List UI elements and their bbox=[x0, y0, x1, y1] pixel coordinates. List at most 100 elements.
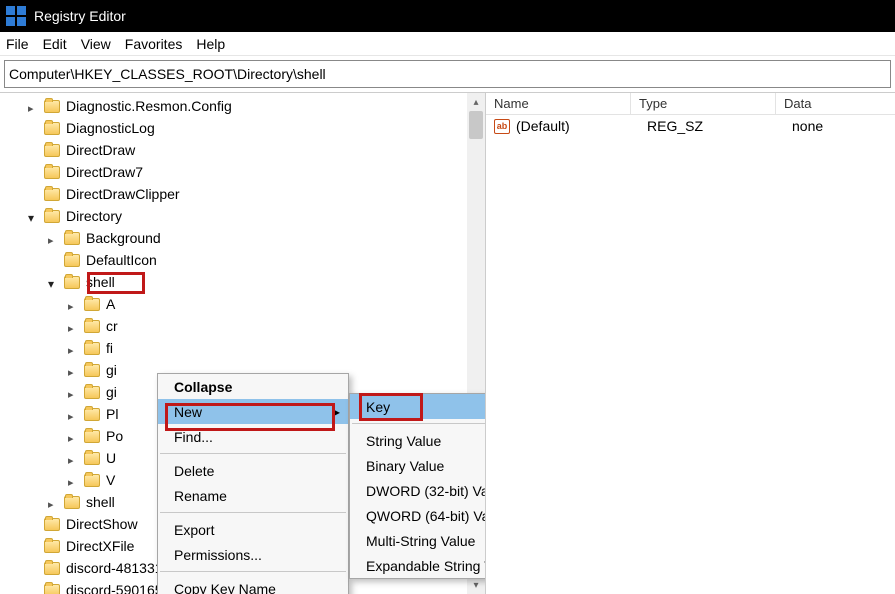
chevron-right-icon[interactable] bbox=[68, 298, 80, 310]
tree-node-label: fi bbox=[106, 340, 113, 356]
tree-node-label: U bbox=[106, 450, 116, 466]
menu-separator bbox=[160, 571, 346, 572]
menu-item-key[interactable]: Key bbox=[350, 394, 486, 419]
folder-icon bbox=[64, 276, 80, 289]
folder-icon bbox=[84, 342, 100, 355]
menu-item-multi-string-value[interactable]: Multi-String Value bbox=[350, 528, 486, 553]
tree-node[interactable]: DefaultIcon bbox=[0, 249, 485, 271]
tree-node[interactable]: DirectDrawClipper bbox=[0, 183, 485, 205]
tree-node-label: DirectXFile bbox=[66, 538, 134, 554]
folder-icon bbox=[44, 518, 60, 531]
list-row[interactable]: ab (Default) REG_SZ none bbox=[486, 115, 895, 137]
app-icon bbox=[6, 6, 26, 26]
chevron-right-icon[interactable] bbox=[28, 100, 40, 112]
tree-node-label: DirectDraw7 bbox=[66, 164, 143, 180]
folder-icon bbox=[44, 144, 60, 157]
row-type: REG_SZ bbox=[647, 118, 792, 134]
chevron-none bbox=[28, 188, 40, 200]
tree-node[interactable]: Directory bbox=[0, 205, 485, 227]
app-title: Registry Editor bbox=[34, 8, 126, 24]
tree-node[interactable]: DiagnosticLog bbox=[0, 117, 485, 139]
list-header: Name Type Data bbox=[486, 93, 895, 115]
chevron-down-icon[interactable] bbox=[28, 210, 40, 222]
menu-item-delete[interactable]: Delete bbox=[158, 458, 348, 483]
menu-item-dword-bit-value[interactable]: DWORD (32-bit) Value bbox=[350, 478, 486, 503]
chevron-down-icon[interactable] bbox=[48, 276, 60, 288]
tree-node-label: Pl bbox=[106, 406, 118, 422]
menu-item-qword-bit-value[interactable]: QWORD (64-bit) Value bbox=[350, 503, 486, 528]
menu-item-binary-value[interactable]: Binary Value bbox=[350, 453, 486, 478]
tree-node[interactable]: cr bbox=[0, 315, 485, 337]
submenu-arrow-icon: ▸ bbox=[334, 405, 340, 419]
chevron-right-icon[interactable] bbox=[68, 320, 80, 332]
folder-icon bbox=[84, 474, 100, 487]
col-header-data[interactable]: Data bbox=[776, 93, 895, 114]
tree-node[interactable]: A bbox=[0, 293, 485, 315]
chevron-right-icon[interactable] bbox=[68, 474, 80, 486]
tree-node-label: Po bbox=[106, 428, 123, 444]
menubar: File Edit View Favorites Help bbox=[0, 32, 895, 56]
menu-item-export[interactable]: Export bbox=[158, 517, 348, 542]
address-text: Computer\HKEY_CLASSES_ROOT\Directory\she… bbox=[9, 66, 326, 82]
tree-node-label: DefaultIcon bbox=[86, 252, 157, 268]
menu-edit[interactable]: Edit bbox=[43, 36, 67, 52]
menu-item-collapse[interactable]: Collapse bbox=[158, 374, 348, 399]
chevron-right-icon[interactable] bbox=[48, 496, 60, 508]
col-header-type[interactable]: Type bbox=[631, 93, 776, 114]
menu-item-permissions[interactable]: Permissions... bbox=[158, 542, 348, 567]
menu-item-copy-key-name[interactable]: Copy Key Name bbox=[158, 576, 348, 594]
chevron-right-icon[interactable] bbox=[68, 452, 80, 464]
tree-node[interactable]: DirectDraw bbox=[0, 139, 485, 161]
tree-node-label: DirectDraw bbox=[66, 142, 135, 158]
menu-item-rename[interactable]: Rename bbox=[158, 483, 348, 508]
chevron-right-icon[interactable] bbox=[68, 364, 80, 376]
chevron-right-icon[interactable] bbox=[48, 232, 60, 244]
chevron-right-icon[interactable] bbox=[68, 386, 80, 398]
row-data: none bbox=[792, 118, 895, 134]
folder-icon bbox=[84, 320, 100, 333]
folder-icon bbox=[84, 430, 100, 443]
menu-view[interactable]: View bbox=[81, 36, 111, 52]
tree-node-label: DirectShow bbox=[66, 516, 138, 532]
col-header-name[interactable]: Name bbox=[486, 93, 631, 114]
tree-node[interactable]: DirectDraw7 bbox=[0, 161, 485, 183]
tree-node-label: cr bbox=[106, 318, 118, 334]
context-menu: CollapseNew▸Find... DeleteRename ExportPer… bbox=[157, 373, 349, 594]
chevron-none bbox=[28, 122, 40, 134]
folder-icon bbox=[84, 298, 100, 311]
folder-icon bbox=[84, 386, 100, 399]
folder-icon bbox=[64, 496, 80, 509]
menu-item-expandable-string-value[interactable]: Expandable String Value bbox=[350, 553, 486, 578]
menu-item-find[interactable]: Find... bbox=[158, 424, 348, 449]
scroll-thumb[interactable] bbox=[469, 111, 483, 139]
chevron-right-icon[interactable] bbox=[68, 408, 80, 420]
menu-file[interactable]: File bbox=[6, 36, 29, 52]
menu-item-new[interactable]: New▸ bbox=[158, 399, 348, 424]
main-split: Diagnostic.Resmon.Config DiagnosticLog Dir… bbox=[0, 92, 895, 594]
chevron-right-icon[interactable] bbox=[68, 430, 80, 442]
folder-icon bbox=[84, 452, 100, 465]
folder-icon bbox=[44, 100, 60, 113]
tree-node[interactable]: fi bbox=[0, 337, 485, 359]
folder-icon bbox=[44, 188, 60, 201]
tree-node-label: A bbox=[106, 296, 115, 312]
address-bar[interactable]: Computer\HKEY_CLASSES_ROOT\Directory\she… bbox=[4, 60, 891, 88]
tree-node[interactable]: Diagnostic.Resmon.Config bbox=[0, 95, 485, 117]
chevron-none bbox=[48, 254, 60, 266]
menu-item-string-value[interactable]: String Value bbox=[350, 428, 486, 453]
menu-help[interactable]: Help bbox=[196, 36, 225, 52]
folder-icon bbox=[44, 210, 60, 223]
menu-favorites[interactable]: Favorites bbox=[125, 36, 183, 52]
chevron-none bbox=[28, 562, 40, 574]
tree-node[interactable]: Background bbox=[0, 227, 485, 249]
folder-icon bbox=[44, 562, 60, 575]
tree-node-label: DiagnosticLog bbox=[66, 120, 155, 136]
scroll-up-icon[interactable]: ▴ bbox=[467, 93, 485, 111]
folder-icon bbox=[44, 584, 60, 594]
menu-separator bbox=[160, 453, 346, 454]
tree-node[interactable]: shell bbox=[0, 271, 485, 293]
tree-node-label: shell bbox=[86, 494, 115, 510]
chevron-right-icon[interactable] bbox=[68, 342, 80, 354]
folder-icon bbox=[44, 166, 60, 179]
tree-node-label: V bbox=[106, 472, 115, 488]
